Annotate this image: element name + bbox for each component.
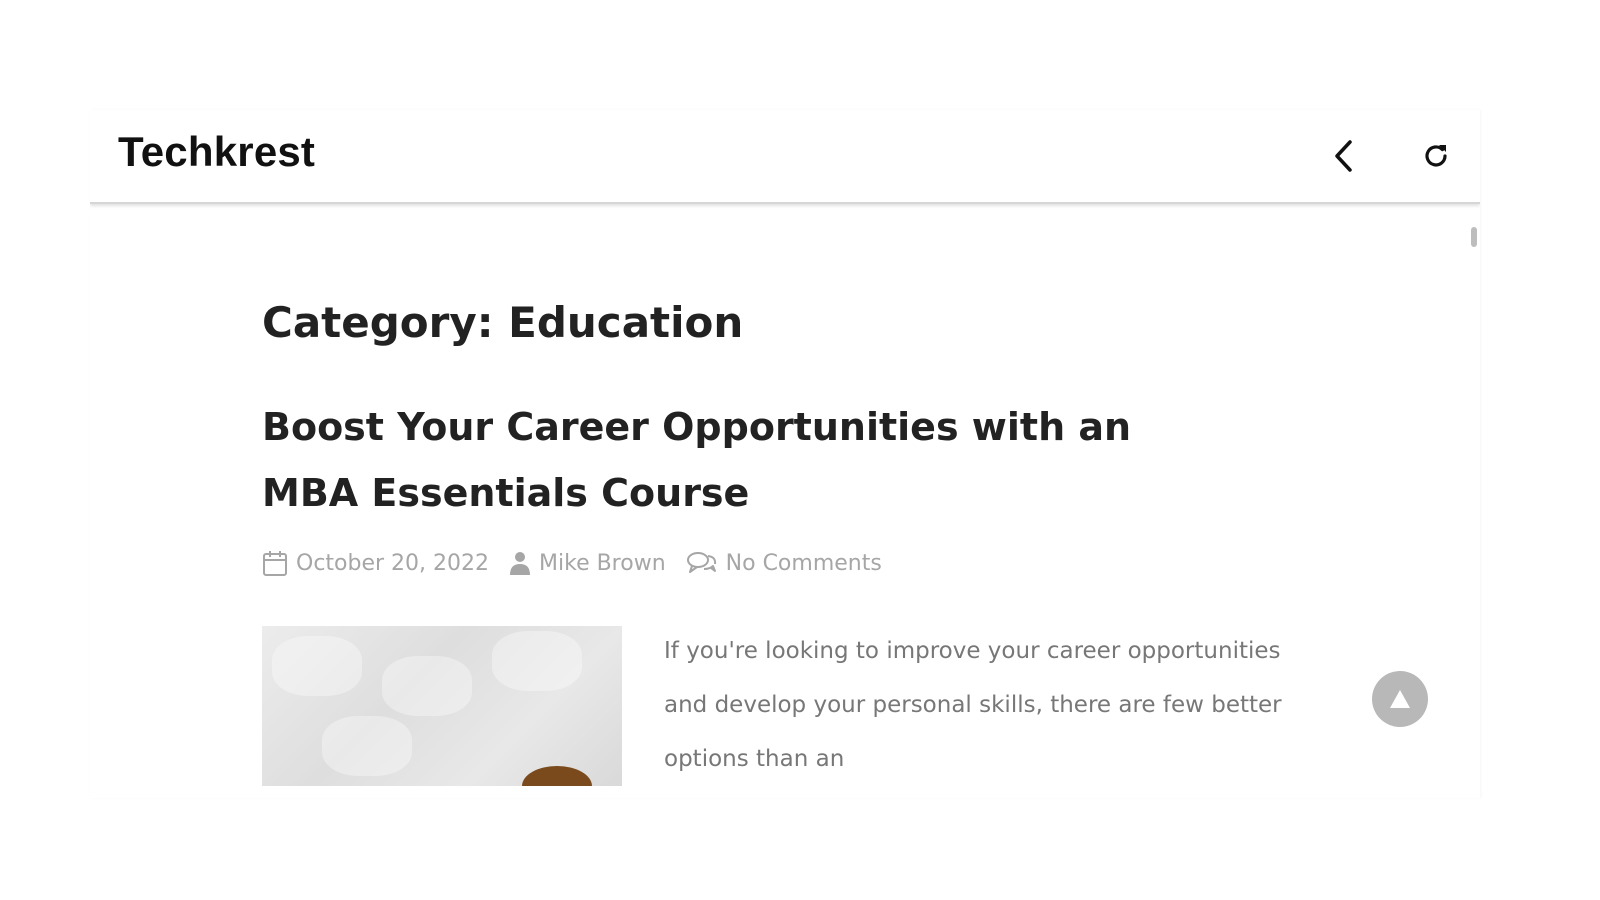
arrow-up-icon: [1390, 690, 1410, 708]
post-thumbnail[interactable]: [262, 626, 622, 786]
post-date-link[interactable]: October 20, 2022: [262, 549, 489, 577]
category-heading: Category: Education: [262, 298, 744, 347]
calendar-icon: [263, 551, 287, 576]
app-header: Techkrest: [90, 110, 1480, 204]
post-excerpt: If you're looking to improve your career…: [664, 638, 1282, 772]
browser-window: Techkrest Category: Education Boost Your…: [90, 110, 1480, 798]
chevron-left-icon: [1335, 140, 1352, 172]
post-date: October 20, 2022: [296, 550, 490, 576]
scroll-to-top-button[interactable]: [1372, 671, 1428, 727]
user-icon: [510, 552, 531, 575]
thumbnail-texture: [322, 716, 412, 776]
post-comments-link[interactable]: No Comments: [686, 550, 882, 576]
thumbnail-texture: [272, 636, 362, 696]
back-button[interactable]: [1322, 134, 1366, 178]
refresh-button[interactable]: [1414, 134, 1458, 178]
thumbnail-coffee-cup: [522, 766, 592, 786]
post-comments: No Comments: [725, 550, 882, 576]
thumbnail-texture: [382, 656, 472, 716]
app-title: Techkrest: [118, 128, 316, 175]
refresh-icon: [1425, 145, 1447, 167]
thumbnail-texture: [492, 631, 582, 691]
post-title-link[interactable]: Boost Your Career Opportunities with an …: [262, 394, 1222, 526]
post-author-link[interactable]: Mike Brown: [509, 550, 666, 576]
post-meta: October 20, 2022 Mike Brown No Comments: [262, 548, 902, 578]
comments-icon: [686, 552, 716, 573]
post-author: Mike Brown: [539, 550, 666, 576]
scrollbar-thumb[interactable]: [1471, 227, 1477, 247]
